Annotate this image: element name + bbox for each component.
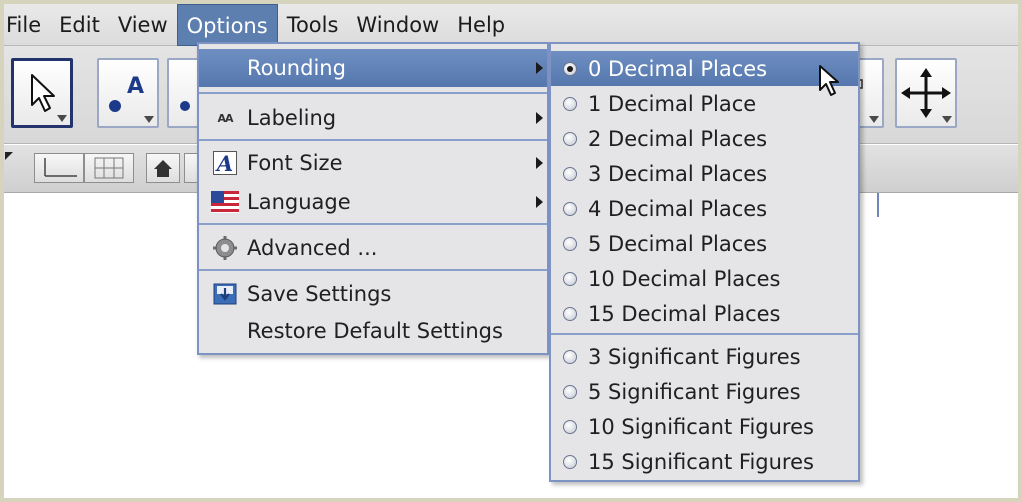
radio-icon xyxy=(563,419,577,434)
font-size-icon: A xyxy=(211,150,239,176)
rounding-option[interactable]: 3 Decimal Places xyxy=(551,156,858,191)
tool-menu-arrow-icon xyxy=(942,116,952,123)
gear-icon xyxy=(211,235,239,261)
menu-tools[interactable]: Tools xyxy=(278,4,348,46)
rounding-option-label: 0 Decimal Places xyxy=(588,56,768,81)
rounding-option[interactable]: 15 Decimal Places xyxy=(551,296,858,331)
menu-item-labeling[interactable]: AA Labeling xyxy=(199,99,547,137)
rounding-option-label: 15 Significant Figures xyxy=(588,449,814,474)
rounding-option[interactable]: 10 Significant Figures xyxy=(551,409,858,444)
radio-icon xyxy=(563,166,577,181)
radio-selected-icon xyxy=(563,61,577,76)
rounding-option[interactable]: 10 Decimal Places xyxy=(551,261,858,296)
rounding-option-label: 10 Significant Figures xyxy=(588,414,814,439)
show-axes-button[interactable] xyxy=(34,153,84,183)
menu-separator xyxy=(199,223,547,225)
menu-item-rounding[interactable]: Rounding xyxy=(199,49,547,87)
move-tool-button[interactable] xyxy=(11,58,73,128)
menu-separator xyxy=(199,269,547,271)
radio-icon xyxy=(563,306,577,321)
rounding-option[interactable]: 2 Decimal Places xyxy=(551,121,858,156)
rounding-option-label: 3 Decimal Places xyxy=(588,161,768,186)
menu-separator xyxy=(551,333,858,335)
rounding-option-label: 15 Decimal Places xyxy=(588,301,781,326)
menu-item-label: Language xyxy=(247,190,351,214)
submenu-arrow-icon xyxy=(536,157,543,169)
rounding-option-label: 10 Decimal Places xyxy=(588,266,781,291)
rounding-option[interactable]: 1 Decimal Place xyxy=(551,86,858,121)
menu-view[interactable]: View xyxy=(109,4,177,46)
rounding-option-label: 3 Significant Figures xyxy=(588,344,801,369)
move-graphics-view-button[interactable] xyxy=(895,58,957,128)
menu-item-restore-defaults[interactable]: Restore Default Settings xyxy=(199,312,547,350)
show-grid-button[interactable] xyxy=(84,153,134,183)
rounding-option-label: 1 Decimal Place xyxy=(588,91,757,116)
menu-item-advanced[interactable]: Advanced ... xyxy=(199,229,547,267)
menu-options[interactable]: Options xyxy=(176,4,278,46)
menu-item-font-size[interactable]: A Font Size xyxy=(199,144,547,182)
menu-bar: File Edit View Options Tools Window Help xyxy=(4,4,1018,46)
rounding-option-label: 2 Decimal Places xyxy=(588,126,768,151)
options-menu: Rounding AA Labeling A Font Size Languag… xyxy=(197,42,549,355)
rounding-option[interactable]: 15 Significant Figures xyxy=(551,444,858,479)
rounding-option[interactable]: 0 Decimal Places xyxy=(551,51,858,86)
rounding-option-label: 4 Decimal Places xyxy=(588,196,768,221)
menu-item-label: Labeling xyxy=(247,106,337,130)
rounding-option[interactable]: 4 Decimal Places xyxy=(551,191,858,226)
tool-menu-arrow-icon xyxy=(57,115,67,122)
menu-item-save-settings[interactable]: Save Settings xyxy=(199,275,547,313)
radio-icon xyxy=(563,271,577,286)
menu-item-label: Font Size xyxy=(247,151,343,175)
rounding-submenu: 0 Decimal Places 1 Decimal Place 2 Decim… xyxy=(549,42,860,482)
radio-icon xyxy=(563,454,577,469)
standard-view-button[interactable] xyxy=(146,153,180,183)
menu-file[interactable]: File xyxy=(4,4,50,46)
menu-item-label: Rounding xyxy=(247,56,346,80)
flag-icon xyxy=(211,189,239,215)
submenu-arrow-icon xyxy=(536,112,543,124)
save-icon xyxy=(211,281,239,307)
rounding-option[interactable]: 5 Decimal Places xyxy=(551,226,858,261)
radio-icon xyxy=(563,131,577,146)
submenu-arrow-icon xyxy=(536,196,543,208)
menu-window[interactable]: Window xyxy=(347,4,448,46)
menu-item-label: Advanced ... xyxy=(247,236,378,260)
home-icon xyxy=(154,160,172,177)
rounding-option-label: 5 Significant Figures xyxy=(588,379,801,404)
rounding-option[interactable]: 5 Significant Figures xyxy=(551,374,858,409)
radio-icon xyxy=(563,349,577,364)
radio-icon xyxy=(563,384,577,399)
radio-icon xyxy=(563,201,577,216)
menu-separator xyxy=(199,92,547,94)
menu-item-language[interactable]: Language xyxy=(199,183,547,221)
tool-menu-arrow-icon xyxy=(144,116,154,123)
menu-help[interactable]: Help xyxy=(448,4,514,46)
radio-icon xyxy=(563,236,577,251)
graphics-line xyxy=(877,193,879,217)
point-tool-button[interactable]: A xyxy=(97,58,159,128)
menu-separator xyxy=(199,139,547,141)
svg-text:A: A xyxy=(127,74,144,99)
menu-edit[interactable]: Edit xyxy=(50,4,109,46)
submenu-arrow-icon xyxy=(536,62,543,74)
menu-item-label: Save Settings xyxy=(247,282,392,306)
grid-icon xyxy=(94,157,124,179)
rounding-option[interactable]: 3 Significant Figures xyxy=(551,339,858,374)
tool-menu-arrow-icon xyxy=(869,116,879,123)
collapse-triangle-icon[interactable] xyxy=(4,151,14,161)
labeling-icon: AA xyxy=(217,111,233,125)
radio-icon xyxy=(563,96,577,111)
menu-item-label: Restore Default Settings xyxy=(247,319,503,343)
mouse-cursor-icon xyxy=(819,65,839,96)
axes-icon xyxy=(44,158,77,177)
rounding-option-label: 5 Decimal Places xyxy=(588,231,768,256)
